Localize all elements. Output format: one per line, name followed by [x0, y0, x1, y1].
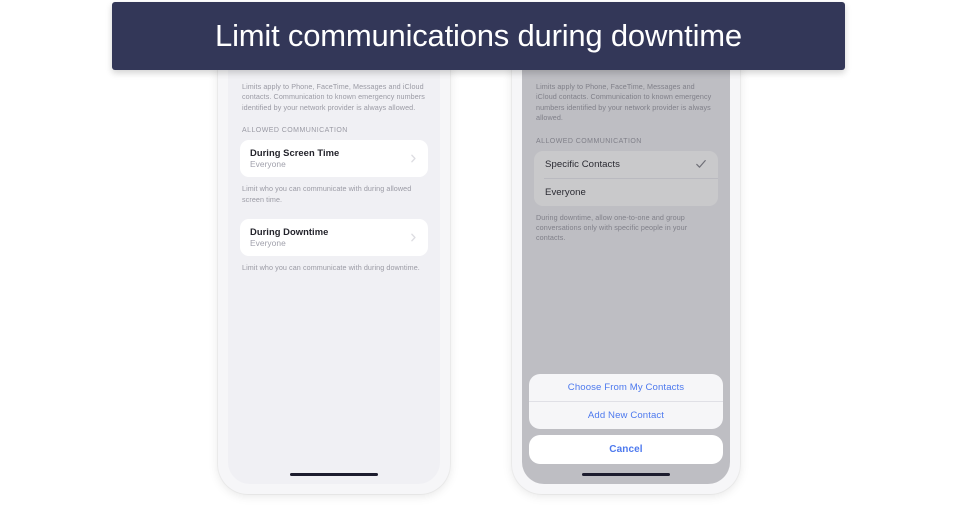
row-texts: During Screen Time Everyone — [250, 147, 339, 169]
footnote-during-downtime: Limit who you can communicate with durin… — [242, 263, 420, 273]
row-subtitle: Everyone — [250, 159, 286, 170]
footnote-during-screen-time: Limit who you can communicate with durin… — [242, 184, 412, 204]
cancel-button[interactable]: Cancel — [529, 435, 723, 464]
section-header-allowed-communication: ALLOWED COMMUNICATION — [242, 127, 348, 135]
row-title: During Downtime — [250, 226, 329, 238]
card-during-screen-time: During Screen Time Everyone — [240, 140, 428, 178]
choose-from-my-contacts-button[interactable]: Choose From My Contacts — [529, 374, 723, 401]
action-sheet-button-group: Choose From My Contacts Add New Contact — [529, 374, 723, 429]
home-indicator — [582, 472, 670, 476]
footnote-limits-apply: Limits apply to Phone, FaceTime, Message… — [536, 82, 712, 123]
phone-mockup-right: Limits apply to Phone, FaceTime, Message… — [512, 58, 740, 494]
section-header-allowed-communication: ALLOWED COMMUNICATION — [536, 137, 642, 145]
settings-content-right: Limits apply to Phone, FaceTime, Message… — [522, 82, 730, 244]
home-indicator — [290, 472, 378, 476]
phone-mockup-left: Limits apply to Phone, FaceTime, Message… — [218, 58, 450, 494]
option-label: Specific Contacts — [545, 158, 620, 170]
footnote-during-downtime-description: During downtime, allow one-to-one and gr… — [536, 212, 688, 243]
row-subtitle: Everyone — [250, 238, 286, 249]
action-sheet: Choose From My Contacts Add New Contact … — [529, 374, 723, 464]
row-title: During Screen Time — [250, 147, 340, 159]
card-allowed-communication-options: Specific Contacts Everyone — [534, 150, 718, 206]
option-label: Everyone — [545, 186, 586, 198]
chevron-right-icon — [409, 154, 418, 163]
option-row-everyone[interactable]: Everyone — [534, 179, 718, 206]
card-during-downtime: During Downtime Everyone — [240, 219, 428, 257]
row-texts: During Downtime Everyone — [250, 226, 328, 248]
row-during-downtime[interactable]: During Downtime Everyone — [240, 219, 428, 256]
footnote-limits-apply: Limits apply to Phone, FaceTime, Message… — [242, 82, 425, 112]
phone-screen-left: Limits apply to Phone, FaceTime, Message… — [228, 58, 440, 484]
banner-title: Limit communications during downtime — [215, 18, 742, 53]
row-during-screen-time[interactable]: During Screen Time Everyone — [240, 140, 428, 177]
phone-screen-right: Limits apply to Phone, FaceTime, Message… — [522, 58, 730, 484]
chevron-right-icon — [409, 233, 418, 242]
settings-content-left: Limits apply to Phone, FaceTime, Message… — [228, 82, 440, 273]
add-new-contact-button[interactable]: Add New Contact — [529, 402, 723, 429]
screenshot-canvas: Limits apply to Phone, FaceTime, Message… — [0, 0, 960, 507]
option-row-specific-contacts[interactable]: Specific Contacts — [534, 151, 718, 178]
checkmark-icon — [695, 158, 707, 170]
headline-banner: Limit communications during downtime — [112, 2, 845, 70]
